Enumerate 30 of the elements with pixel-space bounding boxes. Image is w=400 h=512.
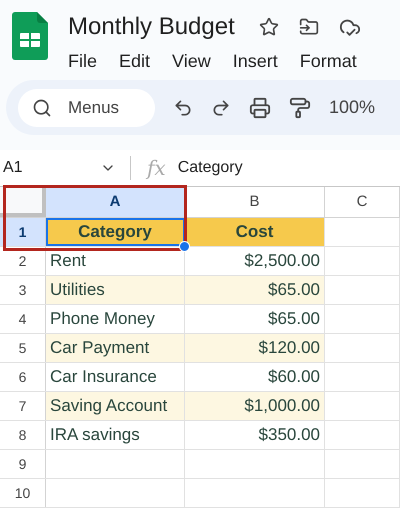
corner-cell[interactable] bbox=[0, 187, 46, 217]
table-cell: $1,000.00 bbox=[185, 392, 325, 420]
menu-item[interactable]: Edit bbox=[119, 48, 150, 75]
document-title[interactable]: Monthly Budget bbox=[68, 12, 235, 42]
table-cell: $65.00 bbox=[185, 276, 325, 304]
function-label: fx bbox=[147, 155, 166, 182]
zoom-level[interactable]: 100% bbox=[329, 94, 376, 121]
menu-item[interactable]: View bbox=[172, 48, 211, 75]
search-menus-field[interactable]: Menus bbox=[18, 88, 155, 126]
column-header[interactable]: A bbox=[46, 187, 185, 217]
fill-handle[interactable] bbox=[179, 241, 190, 252]
print-icon[interactable] bbox=[249, 96, 271, 118]
table-cell: Car Payment bbox=[46, 334, 185, 362]
undo-icon[interactable] bbox=[173, 98, 193, 118]
cell-reference[interactable]: A1 bbox=[0, 156, 100, 180]
paint-format-icon[interactable] bbox=[289, 96, 311, 118]
star-icon[interactable] bbox=[258, 17, 279, 37]
menu-item[interactable]: File bbox=[68, 48, 98, 75]
redo-icon[interactable] bbox=[211, 98, 231, 118]
table-cell: Cost bbox=[185, 218, 325, 246]
search-icon bbox=[32, 98, 52, 118]
table-cell: Utilities bbox=[46, 276, 185, 304]
menu-item[interactable]: Insert bbox=[232, 48, 278, 75]
table-cell: Saving Account bbox=[46, 392, 185, 420]
spreadsheet-logo-icon bbox=[12, 12, 48, 60]
row-header[interactable]: 1 bbox=[0, 218, 46, 246]
formula-value[interactable]: Category bbox=[178, 156, 243, 180]
menu-item[interactable]: Format bbox=[300, 48, 357, 75]
table-cell: $120.00 bbox=[185, 334, 325, 362]
folder-icon[interactable] bbox=[298, 17, 319, 37]
